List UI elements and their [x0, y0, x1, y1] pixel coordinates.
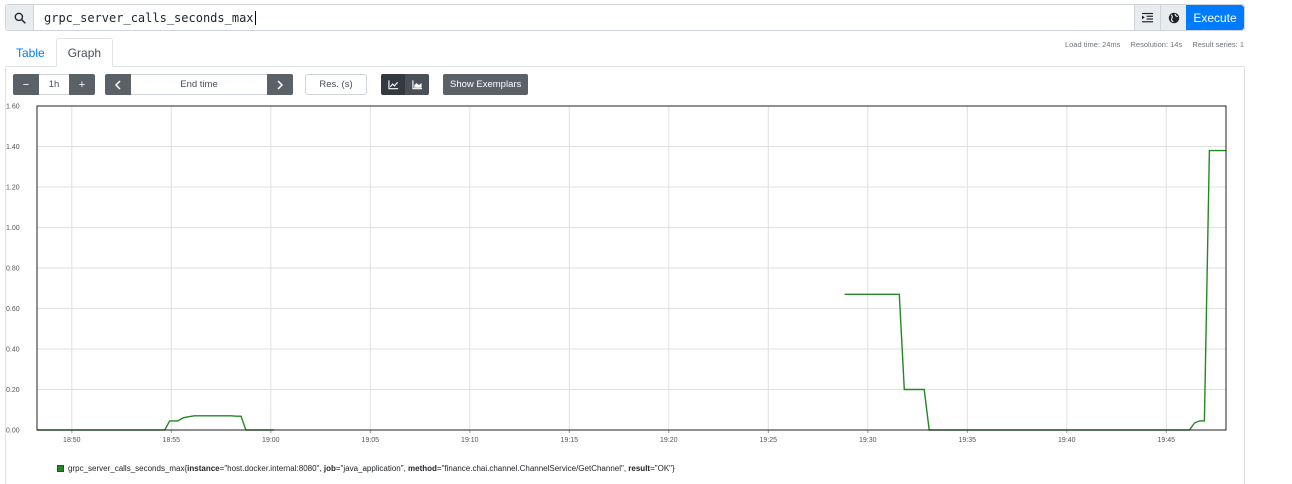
y-tick-label: 1.60	[6, 104, 20, 111]
tab-table[interactable]: Table	[5, 38, 56, 67]
search-icon	[14, 12, 26, 24]
legend-label-key: instance	[187, 464, 220, 473]
y-tick-label: 1.20	[6, 185, 20, 192]
execute-button[interactable]: Execute	[1186, 5, 1244, 30]
legend-prefix: grpc_server_calls_seconds_max{	[68, 464, 188, 473]
y-tick-label: 1.00	[6, 225, 20, 232]
legend-label-value: "OK"	[654, 464, 673, 473]
x-gridlines	[71, 106, 1167, 433]
line-chart-icon	[387, 79, 398, 89]
decrease-range-button[interactable]: −	[13, 74, 39, 95]
range-input[interactable]: 1h	[39, 74, 69, 95]
series-lines	[37, 149, 1226, 431]
search-addon	[6, 5, 34, 30]
stacked-button[interactable]	[405, 74, 429, 95]
resolution-stat: Resolution: 14s	[1130, 40, 1183, 49]
x-tick-label: 19:35	[959, 437, 977, 444]
legend-label-key: job	[323, 464, 336, 473]
x-tick-label: 19:00	[262, 437, 280, 444]
resolution-input[interactable]: Res. (s)	[305, 74, 367, 95]
increase-range-button[interactable]: +	[69, 74, 95, 95]
graph-controls: − 1h + End time Res. (s) Show Exemplars	[13, 74, 529, 95]
y-axis-labels: 0.00 0.20 0.40 0.60 0.80 1.00 1.20 1.40 1.60	[6, 104, 20, 435]
expression-text: grpc_server_calls_seconds_max	[44, 10, 254, 25]
show-exemplars-button[interactable]: Show Exemplars	[443, 74, 529, 95]
end-time-back-button[interactable]	[105, 74, 131, 95]
result-series-stat: Result series: 1	[1192, 40, 1244, 49]
legend-label-key: method	[408, 464, 437, 473]
y-tick-label: 0.60	[6, 306, 20, 313]
indent-icon	[1142, 12, 1153, 23]
series-line[interactable]	[844, 149, 1226, 431]
legend-label-value: "host.docker.internal:8080"	[224, 464, 320, 473]
x-tick-label: 18:50	[63, 437, 81, 444]
chart-mode-group	[381, 74, 429, 95]
area-chart-icon	[411, 79, 422, 89]
chevron-left-icon	[114, 79, 121, 90]
text-caret	[254, 10, 256, 25]
y-tick-label: 1.40	[6, 144, 20, 151]
y-tick-label: 0.80	[6, 266, 20, 273]
query-stats: Load time: 24ms Resolution: 14s Result s…	[1057, 40, 1244, 49]
legend-label-value: "java_application"	[340, 464, 404, 473]
end-time-forward-button[interactable]	[267, 74, 293, 95]
legend-label-key: result	[628, 464, 651, 473]
end-time-group: End time	[105, 74, 293, 95]
series-line[interactable]	[37, 415, 275, 431]
y-tick-label: 0.40	[6, 347, 20, 354]
legend-swatch	[57, 465, 64, 472]
panel-tabs: Table Graph	[5, 38, 114, 67]
expression-input[interactable]: grpc_server_calls_seconds_max	[34, 5, 1134, 30]
load-time: Load time: 24ms	[1064, 40, 1121, 49]
chevron-right-icon	[277, 79, 284, 90]
format-expression-button[interactable]	[1134, 5, 1160, 30]
y-tick-label: 0.00	[6, 428, 20, 435]
legend-label-value: "finance.chai.channel.ChannelService/Get…	[441, 464, 624, 473]
legend-suffix: }	[672, 464, 675, 473]
tab-graph[interactable]: Graph	[55, 38, 114, 67]
x-axis-labels: 18:50 18:55 19:00 19:05 19:10 19:15 19:20 19:25…	[63, 437, 1175, 444]
y-gridlines	[37, 105, 1226, 431]
x-tick-label: 19:15	[561, 437, 579, 444]
end-time-input[interactable]: End time	[131, 74, 267, 95]
expression-bar: grpc_server_calls_seconds_max Execute	[5, 4, 1245, 31]
unstacked-button[interactable]	[381, 74, 405, 95]
x-tick-label: 19:20	[660, 437, 678, 444]
range-group: − 1h +	[13, 74, 95, 95]
x-tick-label: 19:25	[760, 437, 778, 444]
x-tick-label: 19:30	[859, 437, 877, 444]
x-tick-label: 19:40	[1058, 437, 1076, 444]
x-tick-label: 19:45	[1158, 437, 1176, 444]
x-tick-label: 18:55	[163, 437, 181, 444]
time-series-chart: 0.00 0.20 0.40 0.60 0.80 1.00 1.20 1.40 1.60 18:…	[6, 104, 1227, 444]
globe-icon	[1168, 12, 1179, 23]
series-legend[interactable]: grpc_server_calls_seconds_max{ instance =…	[57, 464, 675, 473]
y-tick-label: 0.20	[6, 387, 20, 394]
metrics-explorer-button[interactable]	[1160, 5, 1186, 30]
x-tick-label: 19:05	[362, 437, 380, 444]
x-tick-label: 19:10	[461, 437, 479, 444]
